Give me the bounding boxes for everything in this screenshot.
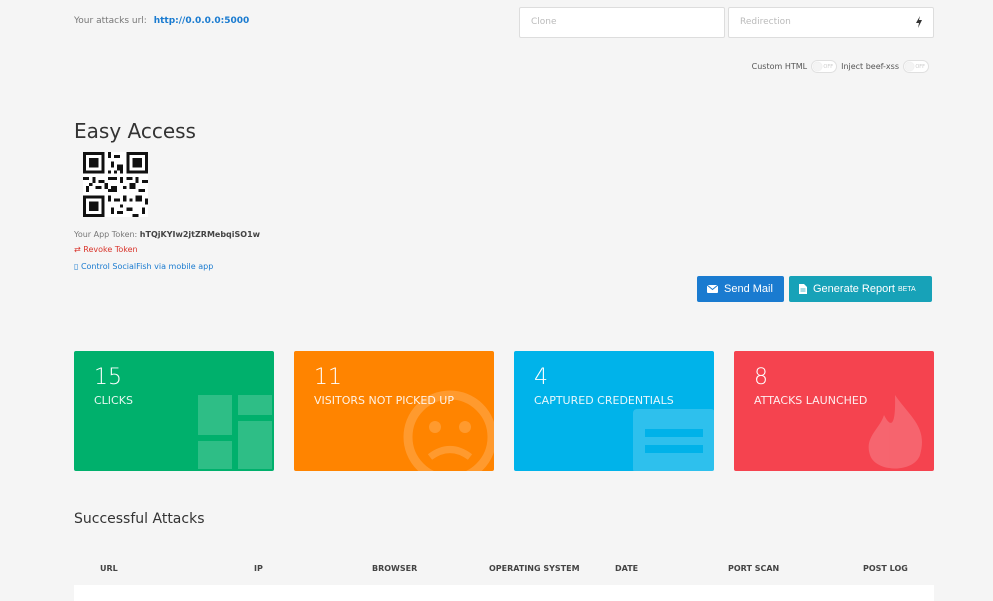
envelope-icon bbox=[707, 285, 718, 293]
successful-attacks-title: Successful Attacks bbox=[74, 511, 205, 527]
redirection-input[interactable]: Redirection bbox=[728, 7, 934, 38]
attacks-table-header: URL IP BROWSER OPERATING SYSTEM DATE POR… bbox=[74, 560, 934, 584]
beta-badge: BETA bbox=[897, 285, 916, 293]
attacks-table-body bbox=[74, 585, 934, 601]
app-token: Your App Token: hTQjKYIw2jtZRMebqiSO1w bbox=[74, 230, 260, 239]
redirection-placeholder: Redirection bbox=[740, 17, 791, 27]
column-header[interactable]: DATE bbox=[615, 564, 638, 573]
app-token-value: hTQjKYIw2jtZRMebqiSO1w bbox=[139, 230, 261, 239]
mobile-app-link[interactable]: ▯ Control SocialFish via mobile app bbox=[74, 262, 213, 271]
send-mail-button[interactable]: Send Mail bbox=[697, 276, 784, 302]
column-header[interactable]: PORT SCAN bbox=[728, 564, 779, 573]
mobile-app-label: Control SocialFish via mobile app bbox=[80, 262, 214, 271]
revoke-token-link[interactable]: ⇄ Revoke Token bbox=[74, 245, 138, 254]
stat-value: 4 bbox=[534, 365, 548, 390]
column-header[interactable]: URL bbox=[100, 564, 118, 573]
bolt-icon[interactable] bbox=[915, 16, 923, 28]
stat-card-clicks: 15 CLICKS bbox=[74, 351, 274, 471]
attack-url-link[interactable]: http://0.0.0.0:5000 bbox=[154, 16, 250, 26]
custom-html-toggle[interactable]: OFF bbox=[811, 60, 838, 73]
column-header[interactable]: OPERATING SYSTEM bbox=[489, 564, 580, 573]
revoke-token-label: Revoke Token bbox=[83, 245, 138, 254]
swap-icon: ⇄ bbox=[74, 245, 81, 254]
clone-input[interactable]: Clone bbox=[519, 7, 725, 38]
qr-code bbox=[83, 152, 148, 217]
easy-access-title: Easy Access bbox=[74, 119, 196, 143]
fire-icon bbox=[868, 395, 922, 469]
inject-beef-label: Inject beef-xss bbox=[841, 62, 899, 71]
custom-html-label: Custom HTML bbox=[751, 62, 808, 71]
column-header[interactable]: IP bbox=[254, 564, 263, 573]
column-header[interactable]: POST LOG bbox=[863, 564, 908, 573]
stat-card-attacks: 8 ATTACKS LAUNCHED bbox=[734, 351, 934, 471]
stat-card-credentials: 4 CAPTURED CREDENTIALS bbox=[514, 351, 714, 471]
generate-report-label: Generate Report bbox=[813, 283, 895, 295]
card-icon bbox=[633, 409, 714, 471]
stat-card-visitors: 11 VISITORS NOT PICKED UP bbox=[294, 351, 494, 471]
dashboard-icon bbox=[198, 395, 272, 469]
generate-report-button[interactable]: Generate Report BETA bbox=[789, 276, 932, 302]
toggle-group: Custom HTML OFF Inject beef-xss OFF bbox=[752, 60, 933, 73]
app-token-label: Your App Token: bbox=[74, 230, 138, 239]
attack-url-label: Your attacks url: bbox=[74, 16, 147, 26]
send-mail-label: Send Mail bbox=[724, 283, 773, 295]
mobile-icon: ▯ bbox=[74, 262, 79, 271]
file-icon bbox=[799, 284, 807, 294]
inject-beef-toggle[interactable]: OFF bbox=[903, 60, 929, 73]
column-header[interactable]: BROWSER bbox=[372, 564, 417, 573]
attack-url-bar: Your attacks url: http://0.0.0.0:5000 bbox=[74, 16, 249, 26]
frown-icon bbox=[403, 390, 494, 471]
